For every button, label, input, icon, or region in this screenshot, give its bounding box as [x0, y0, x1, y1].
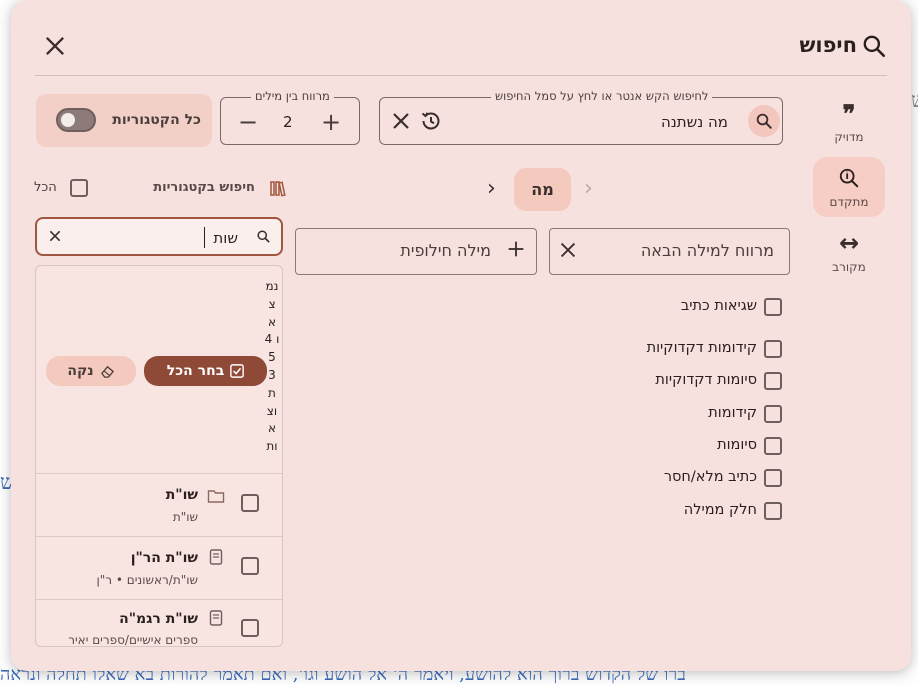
- clear-button[interactable]: נקה: [46, 356, 136, 386]
- option-suffixes-checkbox[interactable]: [764, 437, 782, 455]
- arrows-horizontal-icon: ↔: [838, 229, 860, 257]
- prev-word-chevron-icon[interactable]: ›: [584, 176, 593, 201]
- clear-label: נקה: [67, 363, 94, 379]
- search-icon: [861, 33, 887, 59]
- found-count-part: נמ: [265, 279, 279, 293]
- option-grammar-prefixes-label: קידומות דקדוקיות: [646, 340, 757, 356]
- distance-value: 2: [283, 113, 293, 131]
- header-divider: [35, 75, 887, 76]
- checkbox-checked-icon: [230, 364, 245, 378]
- option-full-spelling-label: כתיב מלא/חסר: [663, 469, 757, 485]
- word-chip[interactable]: מה: [514, 168, 571, 211]
- search-submit-button[interactable]: [748, 105, 780, 137]
- category-search-input[interactable]: שות: [213, 229, 238, 247]
- option-grammar-suffixes-label: סיומות דקדוקיות: [655, 372, 757, 388]
- option-spelling-errors-label: שגיאות כתיב: [680, 298, 757, 314]
- list-item-title: שו"ת רגמ"ה: [119, 611, 198, 627]
- select-all-button[interactable]: בחר הכל: [144, 356, 267, 386]
- alternative-word-label: מילה חילופית: [400, 241, 491, 260]
- option-partial-word-checkbox[interactable]: [764, 502, 782, 520]
- quote-icon: ❞: [842, 98, 856, 128]
- found-count-part: 5: [268, 350, 276, 365]
- list-item-title: שו"ת הר"ן: [130, 550, 198, 566]
- library-icon: [270, 179, 286, 197]
- search-input[interactable]: מה נשתנה: [661, 113, 728, 131]
- list-item-subtitle: שו"ת: [172, 510, 198, 524]
- list-item-checkbox[interactable]: [241, 494, 259, 512]
- option-grammar-prefixes-checkbox[interactable]: [764, 340, 782, 358]
- close-icon[interactable]: [41, 32, 69, 60]
- clear-distance-icon[interactable]: [557, 239, 579, 261]
- list-item-subtitle: שו"ת/ראשונים • ר"ן: [96, 573, 198, 587]
- list-item[interactable]: שו"ת הר"ן שו"ת/ראשונים • ר"ן: [36, 537, 282, 599]
- background-text-right: ש: [911, 88, 918, 113]
- add-word-icon[interactable]: [505, 238, 527, 260]
- history-icon[interactable]: [419, 109, 443, 133]
- list-item-title: שו"ת: [165, 487, 198, 503]
- categories-header: חיפוש בקטגוריות: [153, 180, 255, 195]
- mode-exact[interactable]: ❞ מדויק: [813, 96, 885, 152]
- mode-exact-label: מדויק: [834, 130, 864, 144]
- search-field-legend: לחיפוש הקש אנטר או לחץ על סמל החיפוש: [491, 89, 713, 103]
- category-search-icon: [256, 229, 271, 244]
- option-partial-word-label: חלק ממילה: [683, 502, 757, 518]
- all-categories-toggle[interactable]: [56, 108, 96, 132]
- category-list: נמ צ א ו 4 5 3 ת וצ א ות בחר הכל נקה שו"…: [35, 265, 283, 647]
- option-suffixes-label: סיומות: [717, 437, 757, 453]
- book-icon: [209, 610, 223, 626]
- clear-category-search-icon[interactable]: [47, 228, 63, 244]
- found-count-part: א: [267, 314, 277, 329]
- next-word-chevron-icon[interactable]: ›: [487, 176, 496, 201]
- book-icon: [209, 549, 223, 565]
- search-dialog: חיפוש ❞ מדויק מתקדם ↔ מקורב לחיפוש הקש א…: [11, 0, 911, 671]
- folder-icon: [207, 488, 225, 504]
- distance-plus-button[interactable]: +: [317, 108, 345, 136]
- mode-advanced[interactable]: מתקדם: [813, 157, 885, 217]
- distance-minus-button[interactable]: −: [234, 108, 262, 136]
- found-count-part: ות: [266, 439, 278, 454]
- option-prefixes-label: קידומות: [708, 405, 757, 421]
- select-all-label: בחר הכל: [166, 363, 225, 379]
- list-item-checkbox[interactable]: [241, 557, 259, 575]
- option-prefixes-checkbox[interactable]: [764, 405, 782, 423]
- categories-all-label: הכל: [34, 180, 57, 195]
- advanced-search-icon: [813, 165, 885, 191]
- dialog-title: חיפוש: [799, 33, 857, 57]
- mode-approximate-label: מקורב: [832, 260, 866, 274]
- mode-approximate[interactable]: ↔ מקורב: [813, 229, 885, 280]
- mode-advanced-label: מתקדם: [829, 195, 869, 209]
- option-spelling-errors-checkbox[interactable]: [764, 298, 782, 316]
- found-count-part: א: [267, 421, 277, 436]
- category-search-field[interactable]: [35, 217, 283, 256]
- all-categories-label: כל הקטגוריות: [112, 112, 201, 128]
- found-count-part: וצ: [266, 403, 278, 418]
- clear-search-icon[interactable]: [389, 109, 413, 133]
- next-word-distance-label: מרווח למילה הבאה: [640, 241, 774, 260]
- found-count-part: צ: [268, 296, 276, 311]
- list-item-checkbox[interactable]: [241, 619, 259, 637]
- found-count-part: ו 4: [264, 332, 280, 347]
- eraser-icon: [100, 365, 114, 378]
- text-caret: [204, 227, 205, 248]
- word-distance-legend: מרווח בין מילים: [251, 89, 334, 103]
- found-count-part: ת: [268, 385, 276, 400]
- option-grammar-suffixes-checkbox[interactable]: [764, 372, 782, 390]
- list-item[interactable]: שו"ת שו"ת: [36, 474, 282, 536]
- list-item[interactable]: שו"ת רגמ"ה ספרים אישיים/ספרים יאיר: [36, 600, 282, 647]
- categories-all-checkbox[interactable]: [70, 179, 88, 197]
- option-full-spelling-checkbox[interactable]: [764, 469, 782, 487]
- list-item-subtitle: ספרים אישיים/ספרים יאיר: [68, 633, 198, 647]
- toggle-knob: [61, 113, 75, 127]
